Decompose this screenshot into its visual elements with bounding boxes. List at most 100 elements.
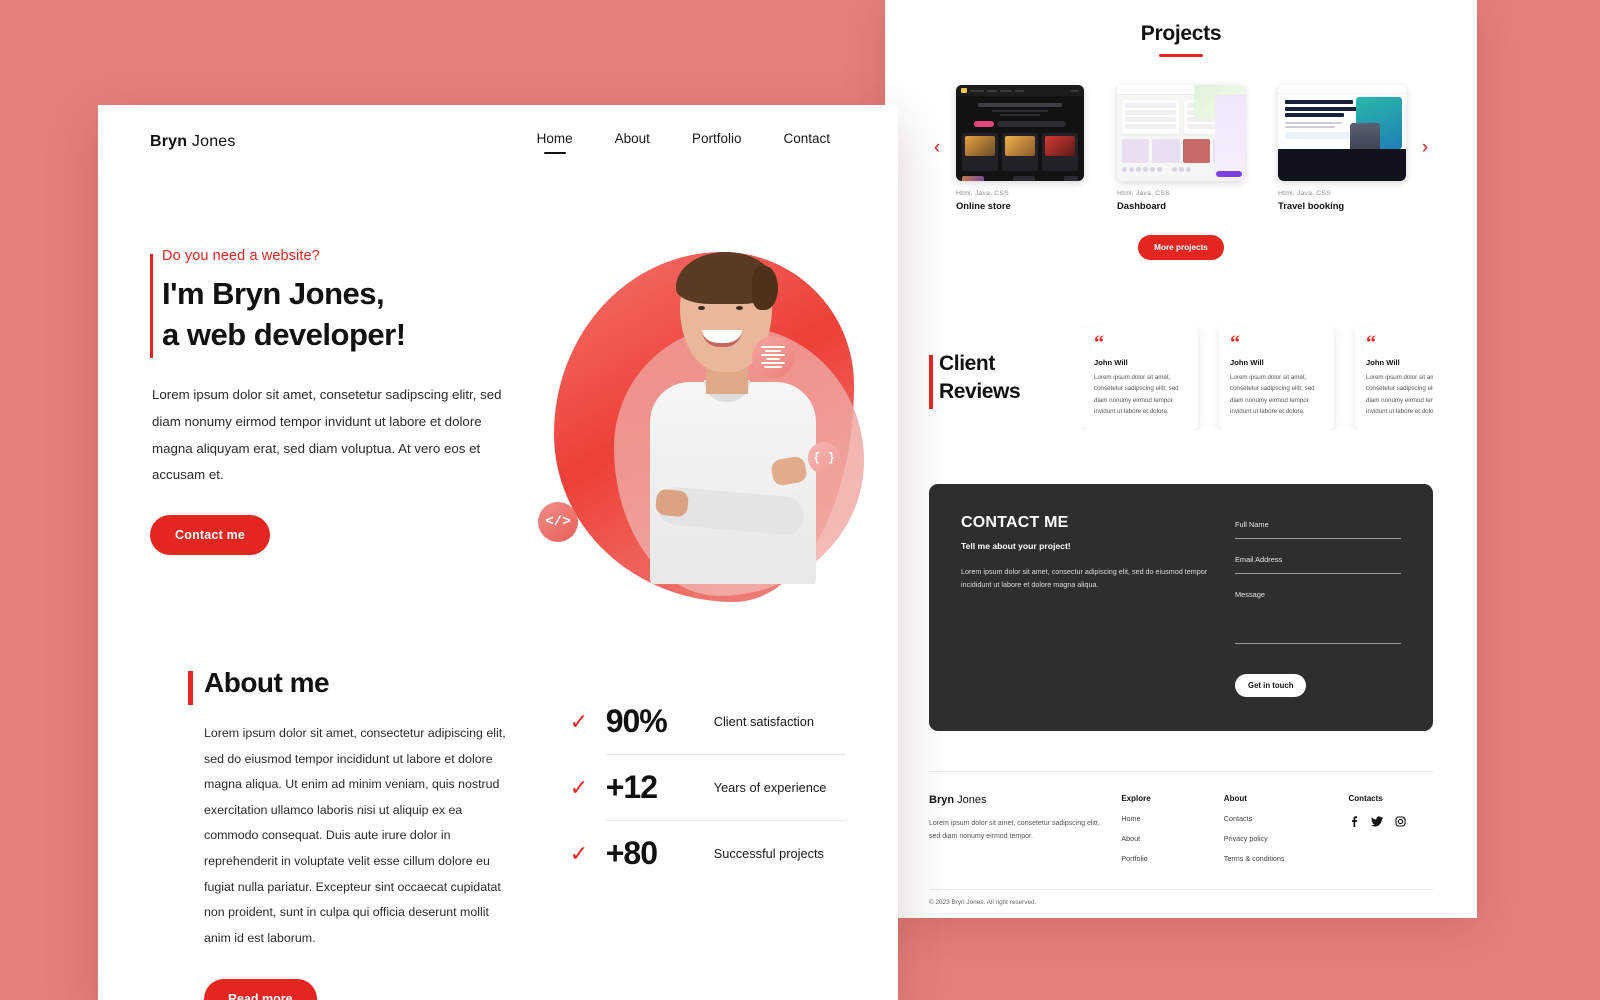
- review-card[interactable]: “ John Will Lorem ipsum dolor sit amet, …: [1083, 326, 1198, 431]
- twitter-icon[interactable]: [1370, 816, 1383, 830]
- project-card[interactable]: Html, Java, CSS Online store: [956, 85, 1084, 211]
- footer-link-privacy-policy[interactable]: Privacy policy: [1224, 834, 1331, 843]
- check-icon: ✓: [569, 774, 589, 800]
- about-title: About me: [204, 667, 330, 699]
- project-thumbnail-travel-booking: [1278, 85, 1406, 181]
- more-projects-button[interactable]: More projects: [1138, 235, 1224, 260]
- email-label: Email Address: [1235, 555, 1283, 565]
- quote-icon: “: [1366, 332, 1376, 354]
- reviews-title-line1: Client: [939, 351, 995, 375]
- review-card[interactable]: “ John Will Lorem ipsum dolor sit amet, …: [1219, 326, 1334, 431]
- message-field[interactable]: Message: [1235, 590, 1401, 645]
- footer-social-list: [1349, 816, 1433, 830]
- review-author: John Will: [1230, 358, 1264, 367]
- email-underline: [1235, 573, 1401, 575]
- nav-item-about[interactable]: About: [615, 131, 650, 152]
- project-name: Dashboard: [1117, 200, 1166, 211]
- hero-title: I'm Bryn Jones, a web developer!: [150, 274, 518, 356]
- project-thumbnail-online-store: [956, 85, 1084, 181]
- instagram-icon[interactable]: [1394, 816, 1406, 830]
- stat-value: +80: [605, 835, 658, 872]
- footer-link-about[interactable]: About: [1121, 834, 1205, 843]
- project-thumbnail-dashboard: [1117, 85, 1245, 181]
- hero-section: Do you need a website? I'm Bryn Jones, a…: [98, 152, 898, 602]
- stat-label: Successful projects: [713, 846, 824, 862]
- footer-column-title: About: [1223, 794, 1247, 804]
- review-text: Lorem ipsum dolor sit amet, consetetur s…: [1230, 374, 1315, 415]
- more-projects-wrapper: More projects: [929, 235, 1433, 260]
- project-tags: Html, Java, CSS: [1278, 190, 1331, 197]
- footer-link-terms[interactable]: Terms & conditions: [1224, 854, 1331, 863]
- read-more-button[interactable]: Read more: [204, 979, 317, 1000]
- braces-badge-icon: { }: [808, 442, 840, 474]
- main-navigation: Home About Portfolio Contact: [537, 131, 846, 152]
- email-field[interactable]: Email Address: [1235, 555, 1401, 575]
- review-card[interactable]: “ John Will Lorem ipsum dolor sit amet, …: [1355, 326, 1433, 431]
- footer-column-about: About Contacts Privacy policy Terms & co…: [1224, 794, 1331, 863]
- footer-link-contacts[interactable]: Contacts: [1224, 814, 1331, 823]
- check-icon: ✓: [569, 708, 589, 734]
- contact-me-button[interactable]: Contact me: [150, 515, 271, 556]
- stats-list: ✓ 90% Client satisfaction ✓ +12 Years of…: [570, 667, 846, 1000]
- quote-icon: “: [1230, 332, 1240, 354]
- hero-eyebrow: Do you need a website?: [162, 248, 320, 264]
- full-name-label: Full Name: [1235, 520, 1269, 530]
- left-page-panel: Bryn Jones Home About Portfolio Contact …: [98, 105, 898, 1000]
- message-label: Message: [1235, 590, 1265, 600]
- contact-form: Full Name Email Address Message Get in t…: [1235, 514, 1401, 698]
- get-in-touch-button[interactable]: Get in touch: [1235, 674, 1307, 698]
- brand-light: Jones: [187, 132, 236, 150]
- review-text: Lorem ipsum dolor sit amet, consetetur s…: [1094, 374, 1179, 415]
- carousel-next-arrow-icon[interactable]: ›: [1417, 137, 1433, 159]
- contact-text: Lorem ipsum dolor sit amet, consectur ad…: [961, 567, 1208, 590]
- footer-brand-light: Jones: [954, 794, 987, 807]
- hero-body-text: Lorem ipsum dolor sit amet, consetetur s…: [152, 386, 502, 483]
- check-icon: ✓: [569, 840, 589, 866]
- about-copy: About me Lorem ipsum dolor sit amet, con…: [188, 667, 510, 1000]
- hero-illustration: </> { }: [528, 230, 888, 630]
- hero-accent-bar: [150, 254, 153, 358]
- project-tags: Html, Java, CSS: [1117, 190, 1170, 197]
- stat-label: Years of experience: [713, 780, 827, 796]
- projects-underline: [1159, 54, 1203, 57]
- hero-title-line1: I'm Bryn Jones,: [162, 276, 385, 311]
- nav-item-home[interactable]: Home: [537, 131, 573, 152]
- footer-column-explore: Explore Home About Portfolio: [1121, 794, 1205, 863]
- project-name: Online store: [956, 200, 1011, 211]
- stat-row: ✓ +12 Years of experience: [570, 755, 846, 820]
- reviews-title-line2: Reviews: [939, 380, 1021, 404]
- contact-section: CONTACT ME Tell me about your project! L…: [929, 484, 1433, 732]
- code-badge-icon: </>: [538, 502, 578, 542]
- about-body-text: Lorem ipsum dolor sit amet, consectetur …: [204, 726, 506, 945]
- hero-title-line2: a web developer!: [162, 316, 406, 352]
- reviews-heading: Client Reviews: [929, 350, 1069, 409]
- project-name: Travel booking: [1278, 200, 1345, 211]
- full-name-underline: [1235, 538, 1401, 540]
- stat-value: 90%: [605, 703, 668, 740]
- stat-row: ✓ 90% Client satisfaction: [570, 689, 846, 754]
- facebook-icon[interactable]: [1349, 816, 1359, 830]
- nav-item-portfolio[interactable]: Portfolio: [692, 131, 742, 152]
- project-card[interactable]: Html, Java, CSS Dashboard: [1117, 85, 1245, 211]
- message-underline: [1235, 643, 1401, 645]
- review-author: John Will: [1366, 358, 1400, 367]
- footer-brand-bold: Bryn: [929, 794, 955, 807]
- project-card[interactable]: Html, Java, CSS Travel booking: [1278, 85, 1406, 211]
- project-tags: Html, Java, CSS: [956, 190, 1009, 197]
- project-card-list: Html, Java, CSS Online store Html, Java,…: [955, 85, 1407, 211]
- contact-title: CONTACT ME: [961, 514, 1069, 532]
- brand-logo[interactable]: Bryn Jones: [150, 133, 236, 151]
- footer-brand: Bryn Jones Lorem ipsum dolor sit amet, c…: [929, 794, 1103, 863]
- client-reviews-section: Client Reviews “ John Will Lorem ipsum d…: [929, 326, 1433, 431]
- full-name-field[interactable]: Full Name: [1235, 520, 1401, 540]
- review-card-list: “ John Will Lorem ipsum dolor sit amet, …: [1083, 326, 1433, 431]
- nav-item-contact[interactable]: Contact: [783, 131, 830, 152]
- site-footer: Bryn Jones Lorem ipsum dolor sit amet, c…: [929, 771, 1433, 863]
- footer-link-home[interactable]: Home: [1121, 814, 1205, 823]
- contact-copy: CONTACT ME Tell me about your project! L…: [961, 514, 1213, 697]
- document-badge-icon: [752, 336, 794, 378]
- review-author: John Will: [1094, 358, 1128, 367]
- projects-header: Projects: [929, 22, 1433, 57]
- footer-link-portfolio[interactable]: Portfolio: [1121, 854, 1205, 863]
- carousel-prev-arrow-icon[interactable]: ‹: [929, 137, 945, 159]
